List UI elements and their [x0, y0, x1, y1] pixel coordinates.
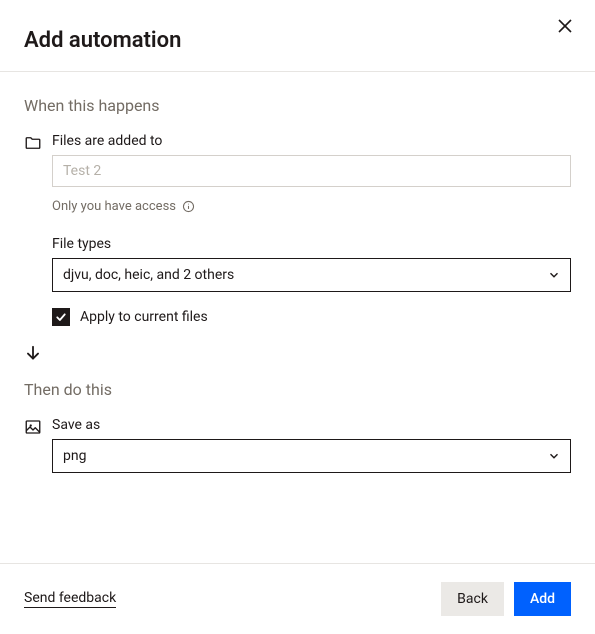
when-section-label: When this happens [24, 96, 571, 115]
send-feedback-link[interactable]: Send feedback [24, 590, 116, 608]
access-note: Only you have access [52, 199, 571, 214]
format-select[interactable]: png [52, 439, 571, 473]
folder-input[interactable] [52, 155, 571, 187]
modal-header: Add automation [0, 0, 595, 72]
arrow-down-icon [24, 344, 42, 362]
page-title: Add automation [24, 28, 571, 53]
close-icon [557, 18, 573, 34]
file-types-select[interactable]: djvu, doc, heic, and 2 others [52, 258, 571, 292]
modal-footer: Send feedback Back Add [0, 563, 595, 634]
check-icon [55, 311, 67, 323]
file-types-value: djvu, doc, heic, and 2 others [63, 267, 234, 283]
access-note-text: Only you have access [52, 199, 176, 214]
then-section: Then do this Save as png [0, 380, 595, 473]
trigger-label: Files are added to [52, 133, 571, 149]
image-icon [24, 417, 52, 440]
folder-icon [24, 133, 52, 156]
flow-connector [0, 332, 595, 374]
back-button[interactable]: Back [441, 582, 504, 616]
checkbox-box [52, 308, 70, 326]
apply-current-label: Apply to current files [80, 309, 208, 325]
action-label: Save as [52, 417, 571, 433]
apply-current-checkbox[interactable]: Apply to current files [52, 308, 571, 326]
when-section: When this happens Files are added to Onl… [0, 72, 595, 326]
add-button[interactable]: Add [514, 582, 571, 616]
format-value: png [63, 448, 86, 464]
info-icon [182, 200, 195, 213]
close-button[interactable] [553, 14, 577, 42]
then-section-label: Then do this [24, 380, 571, 399]
file-types-label: File types [52, 236, 571, 252]
